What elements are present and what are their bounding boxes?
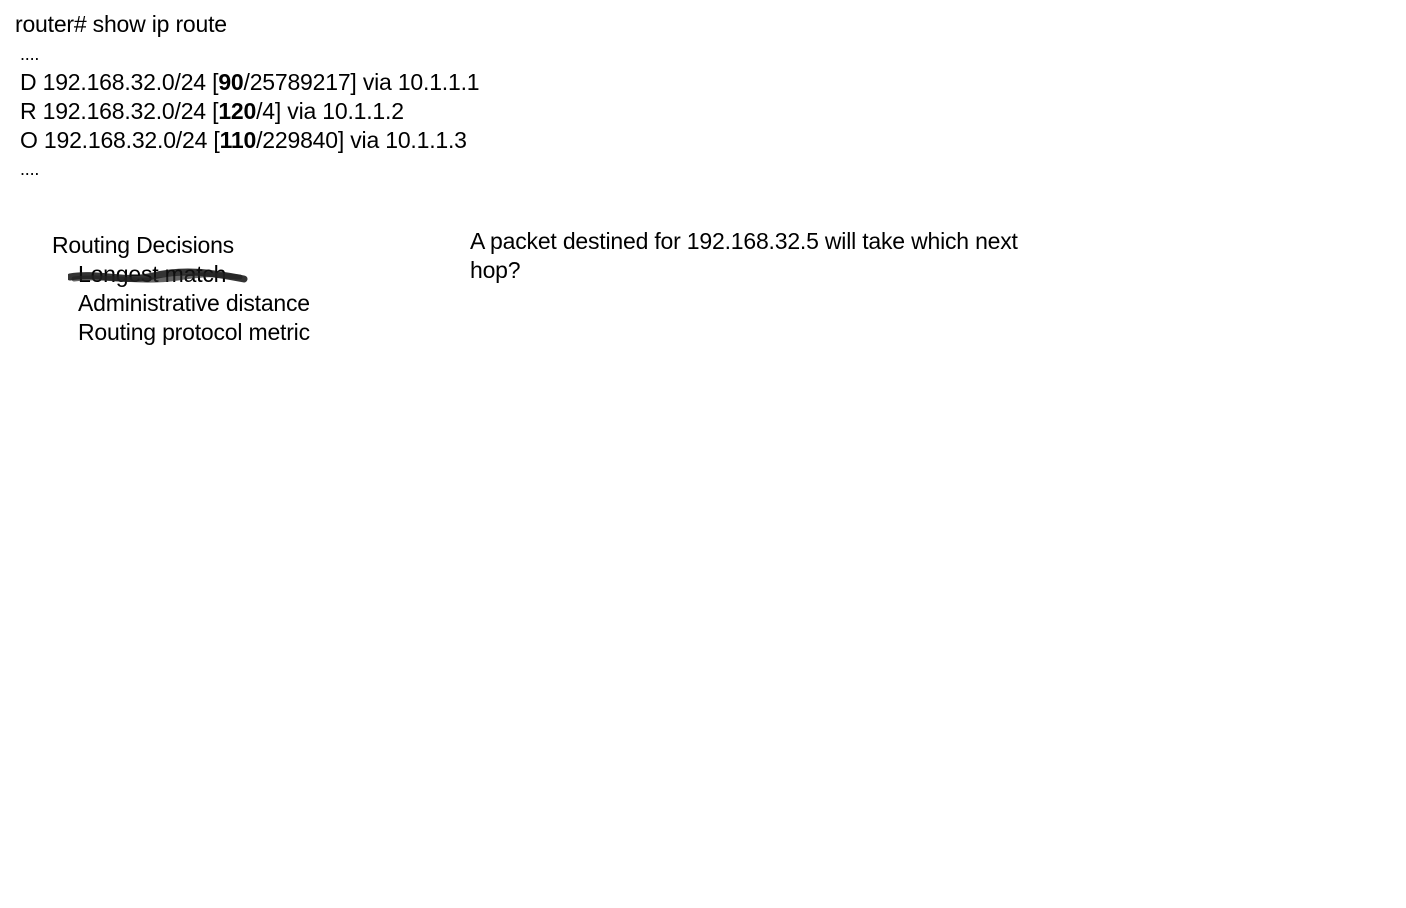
decision-item-administrative-distance: Administrative distance bbox=[78, 290, 310, 316]
route-entry-ospf: O 192.168.32.0/24 [110/229840] via 10.1.… bbox=[20, 126, 467, 155]
route-metric: /4] bbox=[256, 98, 282, 124]
route-next-hop: via 10.1.1.2 bbox=[287, 98, 404, 124]
route-entry-rip: R 192.168.32.0/24 [120/4] via 10.1.1.2 bbox=[20, 97, 404, 126]
route-network: 192.168.32.0/24 bbox=[43, 127, 208, 153]
route-code: R bbox=[20, 98, 37, 124]
route-code: D bbox=[20, 69, 37, 95]
route-next-hop: via 10.1.1.1 bbox=[362, 69, 480, 95]
routing-decisions-title: Routing Decisions bbox=[52, 232, 234, 258]
ellipsis-bottom: .... bbox=[20, 159, 40, 179]
decision-item-longest-match: Longest match bbox=[68, 260, 248, 289]
route-metric: /25789217] bbox=[243, 69, 357, 95]
route-entry-eigrp: D 192.168.32.0/24 [90/25789217] via 10.1… bbox=[20, 68, 480, 97]
route-metric: /229840] bbox=[256, 127, 345, 153]
question-text: A packet destined for 192.168.32.5 will … bbox=[470, 228, 1018, 283]
route-admin-distance: 90 bbox=[218, 69, 244, 95]
route-network: 192.168.32.0/24 bbox=[42, 69, 206, 95]
crossed-out-text: Longest match bbox=[68, 260, 248, 289]
route-code: O bbox=[20, 127, 38, 153]
decision-item-routing-protocol-metric: Routing protocol metric bbox=[78, 319, 310, 345]
decision-item-label: Longest match bbox=[78, 261, 227, 287]
route-next-hop: via 10.1.1.3 bbox=[350, 127, 467, 153]
ellipsis-top: .... bbox=[20, 44, 40, 64]
command-line: router# show ip route bbox=[15, 11, 227, 37]
route-admin-distance: 110 bbox=[219, 127, 257, 153]
route-network: 192.168.32.0/24 bbox=[42, 98, 206, 124]
route-admin-distance: 120 bbox=[218, 98, 257, 124]
